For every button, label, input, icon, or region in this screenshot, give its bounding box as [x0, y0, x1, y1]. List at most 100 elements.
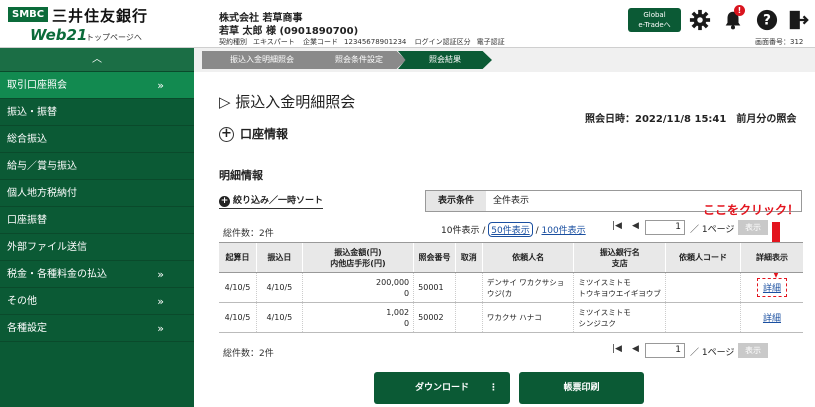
- sidebar-item-bulk-transfer[interactable]: 総合振込: [0, 126, 194, 153]
- sidebar-item-transfer[interactable]: 振込・振替: [0, 99, 194, 126]
- cell-inquiry-no: 50002: [413, 302, 456, 333]
- print-report-button[interactable]: 帳票印刷: [519, 372, 644, 404]
- table-header-row: 起算日 振込日 振込金額(円) 内他店手形(円) 照会番号 取消 依頼人名 振込…: [219, 242, 803, 273]
- info-value: 電子認証: [476, 38, 505, 46]
- more-options-icon[interactable]: ⋮: [489, 372, 498, 404]
- col-header: 詳細表示: [739, 242, 803, 273]
- sidebar-item-label: 各種設定: [7, 323, 47, 334]
- per-page-50-highlight: 50件表示: [488, 222, 533, 237]
- detail-link[interactable]: 詳細: [763, 284, 781, 294]
- svg-text:?: ?: [763, 13, 771, 29]
- chevron-right-icon: »: [157, 268, 164, 281]
- sidebar-item-label: 外部ファイル送信: [7, 242, 87, 253]
- step-result: 照会結果: [398, 51, 492, 69]
- page-display-button[interactable]: 表示: [738, 220, 768, 235]
- filter-sort-label: 絞り込み／一時ソート: [233, 196, 324, 206]
- page-input[interactable]: 1: [645, 343, 685, 358]
- page-total-text: ／ 1ページ: [690, 225, 735, 235]
- sidebar-item-label: 個人地方税納付: [7, 188, 77, 199]
- click-here-annotation: ここをクリック！: [703, 203, 800, 217]
- col-header: 照会番号: [413, 242, 456, 273]
- sidebar-item-label: 振込・振替: [7, 107, 57, 118]
- global-etrade-button[interactable]: Global e-Tradeへ: [628, 8, 681, 32]
- cell-amount: 1,002 0: [301, 302, 414, 333]
- display-condition-label: 表示条件: [426, 191, 486, 211]
- tegata-value: 0: [404, 288, 410, 298]
- info-value: 12345678901234: [344, 38, 407, 46]
- cell-requester: デンサイ ワカクサショウジ(カ: [481, 272, 574, 303]
- amount-value: 200,000: [376, 277, 410, 287]
- chevron-right-icon: »: [157, 79, 164, 92]
- sidebar-item-settings[interactable]: 各種設定 »: [0, 315, 194, 342]
- sidebar-collapse-button[interactable]: ︿: [0, 48, 194, 72]
- detail-table: 起算日 振込日 振込金額(円) 内他店手形(円) 照会番号 取消 依頼人名 振込…: [219, 242, 803, 333]
- logout-icon[interactable]: [787, 9, 809, 31]
- cell-requester-code: [665, 272, 741, 303]
- sidebar-item-other[interactable]: その他 »: [0, 288, 194, 315]
- sidebar-item-account-inquiry[interactable]: 取引口座照会 »: [0, 72, 194, 99]
- pager-bottom: |◀ ◀ 1 ／ 1ページ 表示: [608, 343, 803, 359]
- col-header: 取消: [454, 242, 483, 273]
- col-header: 振込銀行名 支店: [573, 242, 666, 273]
- cell-cancel: [454, 272, 483, 303]
- download-label: ダウンロード: [414, 383, 469, 393]
- cell-requester: ワカクサ ハナコ: [481, 302, 574, 333]
- page-display-button[interactable]: 表示: [738, 343, 768, 358]
- gear-icon[interactable]: [689, 9, 711, 31]
- col-header: 振込金額(円) 内他店手形(円): [301, 242, 414, 273]
- per-page-50[interactable]: 50件表示: [491, 226, 529, 236]
- detail-section-title: 明細情報: [219, 169, 263, 182]
- sidebar-item-local-tax[interactable]: 個人地方税納付: [0, 180, 194, 207]
- plus-circle-icon: +: [219, 127, 234, 142]
- table-row: 4/10/5 4/10/5 1,002 0 50002 ワカクサ ハナコ ミツイス…: [219, 302, 803, 333]
- cell-detail: 詳細: [739, 272, 803, 303]
- per-page-10: 10件表示: [441, 226, 480, 236]
- page-input[interactable]: 1: [645, 220, 685, 235]
- sidebar-item-salary-transfer[interactable]: 給与／賞与振込: [0, 153, 194, 180]
- prev-page-icon[interactable]: ◀: [632, 344, 639, 354]
- filter-sort-link[interactable]: + 絞り込み／一時ソート: [219, 193, 324, 209]
- user-name: 若草 太郎 様 (0901890700): [219, 26, 359, 37]
- info-label: 契約種別: [219, 38, 247, 46]
- cell-kisan-date: 4/10/5: [219, 272, 257, 303]
- col-header: 起算日: [219, 242, 257, 273]
- sidebar-item-label: 総合振込: [7, 134, 47, 145]
- per-page-selector: 10件表示 / 50件表示 / 100件表示: [441, 222, 586, 237]
- amount-value: 1,002: [386, 307, 410, 317]
- sidebar-item-label: その他: [7, 296, 37, 307]
- account-info-toggle[interactable]: + 口座情報: [219, 125, 288, 142]
- cell-amount: 200,000 0: [301, 272, 414, 303]
- global-btn-line2: e-Tradeへ: [638, 21, 671, 29]
- help-icon[interactable]: ?: [756, 9, 778, 31]
- info-label: ログイン認証区分: [414, 38, 471, 46]
- cell-bank: ミツイスミトモ トウキヨウエイギヨウブ: [573, 272, 666, 303]
- detail-link[interactable]: 詳細: [763, 314, 781, 324]
- tegata-value: 0: [404, 318, 410, 328]
- step-indicator: 振込入金明細照会 照会条件設定 照会結果: [194, 48, 815, 72]
- cell-requester-code: [665, 302, 741, 333]
- col-header: 振込日: [255, 242, 303, 273]
- global-btn-line1: Global: [643, 11, 666, 19]
- first-page-icon[interactable]: |◀: [612, 344, 622, 354]
- cell-cancel: [454, 302, 483, 333]
- chevron-right-icon: »: [157, 322, 164, 335]
- web21-logo: Web21: [30, 26, 88, 44]
- toppage-link[interactable]: トップページへ: [86, 32, 142, 43]
- plus-icon: +: [219, 196, 230, 207]
- sidebar-item-label: 口座振替: [7, 215, 47, 226]
- sidebar-item-file-send[interactable]: 外部ファイル送信: [0, 234, 194, 261]
- sidebar-item-tax-payment[interactable]: 税金・各種料金の払込 »: [0, 261, 194, 288]
- first-page-icon[interactable]: |◀: [612, 221, 622, 231]
- smbc-logo: SMBC: [8, 7, 49, 22]
- logo[interactable]: SMBC 三井住友銀行 Web21 トップページへ: [0, 0, 176, 48]
- sidebar-item-account-transfer[interactable]: 口座振替: [0, 207, 194, 234]
- per-page-100[interactable]: 100件表示: [542, 226, 586, 236]
- download-button[interactable]: ダウンロード ⋮: [374, 372, 510, 404]
- info-value: エキスパート: [253, 38, 295, 46]
- bank-name: 三井住友銀行: [52, 7, 149, 25]
- total-count: 総件数：2件: [223, 229, 274, 239]
- table-row: 4/10/5 4/10/5 200,000 0 50001 デンサイ ワカクサショ…: [219, 272, 803, 303]
- chevron-right-icon: »: [157, 295, 164, 308]
- separator: /: [535, 226, 539, 236]
- prev-page-icon[interactable]: ◀: [632, 221, 639, 231]
